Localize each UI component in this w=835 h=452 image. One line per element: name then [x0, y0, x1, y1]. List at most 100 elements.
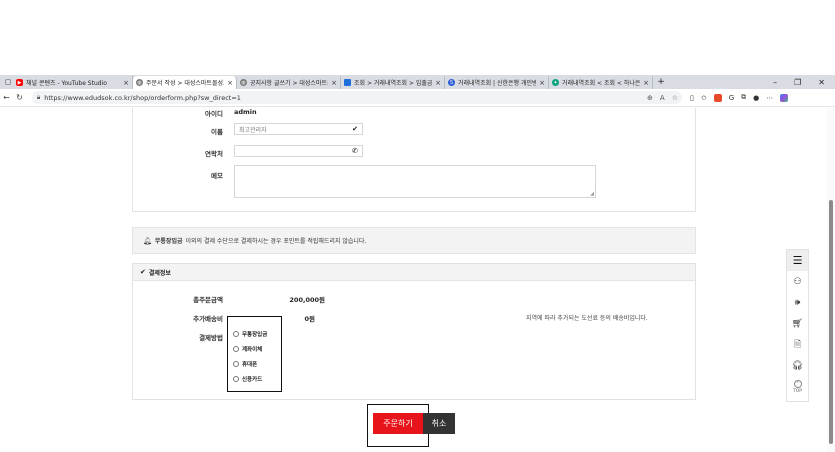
close-icon[interactable]: × [435, 79, 441, 87]
collections-icon[interactable]: ⧉ [741, 93, 746, 102]
tab-order-form[interactable]: ◍ 주문서 작성 > 대성스마트몰성고 × [133, 76, 237, 89]
phone-icon: ✆ [352, 147, 358, 155]
extra-shipping-note: 지역에 따라 추가되는 도선료 등의 배송비입니다. [526, 315, 648, 322]
speaker-icon[interactable]: 🕪︎ [787, 292, 808, 313]
method-label: 계좌이체 [242, 347, 263, 353]
copilot-icon[interactable] [780, 93, 789, 102]
close-icon[interactable]: × [331, 79, 337, 87]
orderer-form: 아이디 admin 이름 최고관리자 ✔ 연락처 ✆ 메모 ◢ [132, 108, 696, 212]
zoom-icon[interactable]: ⊕ [647, 94, 653, 102]
method-mobile[interactable]: 휴대폰 [233, 360, 257, 368]
profile-icon[interactable]: ● [753, 94, 759, 102]
close-icon[interactable]: × [227, 79, 233, 87]
quick-menu: ☰ ⚇ 🕪︎ 🛒︎ 🗎︎ 🎧︎ ⌃ TOP [786, 249, 809, 402]
shinhan-icon: S [448, 79, 455, 86]
notice-bold: 무통장입금 [154, 238, 183, 245]
close-icon[interactable]: × [123, 79, 129, 87]
name-input[interactable]: 최고관리자 ✔ [234, 123, 363, 135]
blank-area [0, 0, 835, 75]
method-label: 신용카드 [242, 377, 263, 383]
url-actions: ⊕ A ☆ [647, 94, 678, 102]
tab-title: 주문서 작성 > 대성스마트몰성고 [146, 80, 225, 87]
url-text: https://www.edudsok.co.kr/shop/orderform… [44, 93, 241, 102]
address-bar: ← ↻ 🔒︎ https://www.edudsok.co.kr/shop/or… [0, 89, 835, 107]
memo-label: 메모 [211, 172, 223, 180]
document-icon[interactable]: 🗎︎ [787, 334, 808, 355]
split-screen-icon[interactable]: ▯ [690, 94, 694, 102]
cart-icon[interactable]: 🛒︎ [787, 313, 808, 334]
total-value: 200,000원 [289, 296, 325, 304]
close-window-icon[interactable]: ✕ [818, 78, 825, 87]
youtube-icon: ▶ [16, 79, 23, 86]
restore-icon[interactable]: ❐ [794, 78, 801, 87]
favorite-star-icon[interactable]: ☆ [672, 94, 678, 102]
minimize-icon[interactable]: – [773, 78, 777, 87]
read-aloud-icon[interactable]: A [660, 94, 665, 102]
extra-shipping-value: 0원 [304, 315, 315, 323]
radio-button[interactable] [233, 376, 239, 382]
new-tab-button[interactable]: + [655, 77, 667, 87]
hana-icon: ✦ [552, 79, 559, 86]
memo-textarea[interactable]: ◢ [234, 165, 596, 198]
page: ▢ ▶ 채널 콘텐츠 - YouTube Studio × ◍ 주문서 작성 >… [0, 0, 835, 452]
method-bank-deposit[interactable]: 무통장입금 [233, 330, 267, 338]
tab-hana[interactable]: ✦ 거래내역조회 < 조회 < 하나은행 × [549, 76, 653, 89]
globe-icon: ◍ [240, 79, 247, 86]
window-controls: – ❐ ✕ [773, 78, 825, 87]
more-icon[interactable]: ⋯ [766, 94, 773, 102]
check-icon: ✔ [352, 125, 358, 133]
tab-title: 공지사항 글쓰기 > 대성스마트몰 [250, 80, 329, 87]
tab-title: 조회 > 거래내역조회 > 입출금거 [354, 80, 433, 87]
phone-label: 연락처 [205, 150, 223, 158]
tab-youtube-studio[interactable]: ▶ 채널 콘텐츠 - YouTube Studio × [13, 76, 133, 89]
tab-bank-history[interactable]: 조회 > 거래내역조회 > 입출금거 × [341, 76, 445, 89]
tab-actions-icon[interactable]: ▢ [3, 77, 13, 87]
headset-icon[interactable]: 🎧︎ [787, 355, 808, 376]
favorites-icon[interactable]: ✩ [701, 94, 707, 102]
method-label: 휴대폰 [242, 362, 258, 368]
top-label: TOP [792, 388, 802, 394]
close-icon[interactable]: × [643, 79, 649, 87]
tab-notice-write[interactable]: ◍ 공지사항 글쓰기 > 대성스마트몰 × [237, 76, 341, 89]
back-icon[interactable]: ← [0, 93, 13, 102]
arrow-up-icon: ⌃ [793, 379, 802, 388]
name-value: 최고관리자 [239, 126, 267, 134]
payment-method-label: 결제방법 [199, 334, 223, 342]
radio-button[interactable] [233, 346, 239, 352]
extensions: ▯ ✩ G ⧉ ● ⋯ [690, 93, 789, 102]
order-button[interactable]: 주문하기 [373, 413, 423, 434]
name-label: 이름 [211, 128, 223, 136]
cancel-button[interactable]: 취소 [423, 413, 455, 434]
extension-orange-icon[interactable] [713, 93, 722, 102]
page-content: 아이디 admin 이름 최고관리자 ✔ 연락처 ✆ 메모 ◢ 🔔︎ 무통장입금… [0, 108, 835, 452]
tab-title: 거래내역조회 < 조회 < 하나은행 [562, 80, 641, 87]
close-icon[interactable]: × [539, 79, 545, 87]
globe-icon: ◍ [136, 79, 143, 86]
tab-shinhan[interactable]: S 거래내역조회 | 신한은행 개인뱅 × [445, 76, 549, 89]
reload-icon[interactable]: ↻ [13, 93, 26, 102]
extra-shipping-label: 추가배송비 [193, 315, 223, 323]
payment-title: 결제정보 [148, 269, 171, 277]
radio-button[interactable] [233, 331, 239, 337]
resize-grip-icon[interactable]: ◢ [590, 191, 594, 197]
method-account-transfer[interactable]: 계좌이체 [233, 345, 262, 353]
method-credit-card[interactable]: 신용카드 [233, 375, 262, 383]
phone-input[interactable]: ✆ [234, 145, 363, 157]
tab-title: 채널 콘텐츠 - YouTube Studio [26, 80, 107, 87]
radio-button[interactable] [233, 361, 239, 367]
payment-method-group: 무통장입금 계좌이체 휴대폰 신용카드 [227, 316, 282, 392]
method-label: 무통장입금 [242, 332, 268, 338]
payment-header: ✔ 결제정보 [133, 264, 695, 281]
tab-title: 거래내역조회 | 신한은행 개인뱅 [458, 80, 537, 87]
lock-icon: 🔒︎ [37, 93, 41, 101]
id-label: 아이디 [205, 110, 223, 118]
notice-text: 이외의 결제 수단으로 결제하시는 경우 포인트를 적립해드리지 않습니다. [185, 238, 367, 245]
tab-strip: ▢ ▶ 채널 콘텐츠 - YouTube Studio × ◍ 주문서 작성 >… [0, 75, 835, 89]
user-group-icon[interactable]: ⚇ [787, 271, 808, 292]
scrollbar-thumb[interactable] [829, 200, 833, 444]
bell-icon: 🔔︎ [143, 236, 152, 245]
url-field[interactable]: 🔒︎ https://www.edudsok.co.kr/shop/orderf… [32, 91, 682, 104]
menu-icon[interactable]: ☰ [787, 250, 808, 271]
scroll-top-button[interactable]: ⌃ TOP [787, 376, 808, 397]
extension-g-icon[interactable]: G [729, 94, 734, 102]
